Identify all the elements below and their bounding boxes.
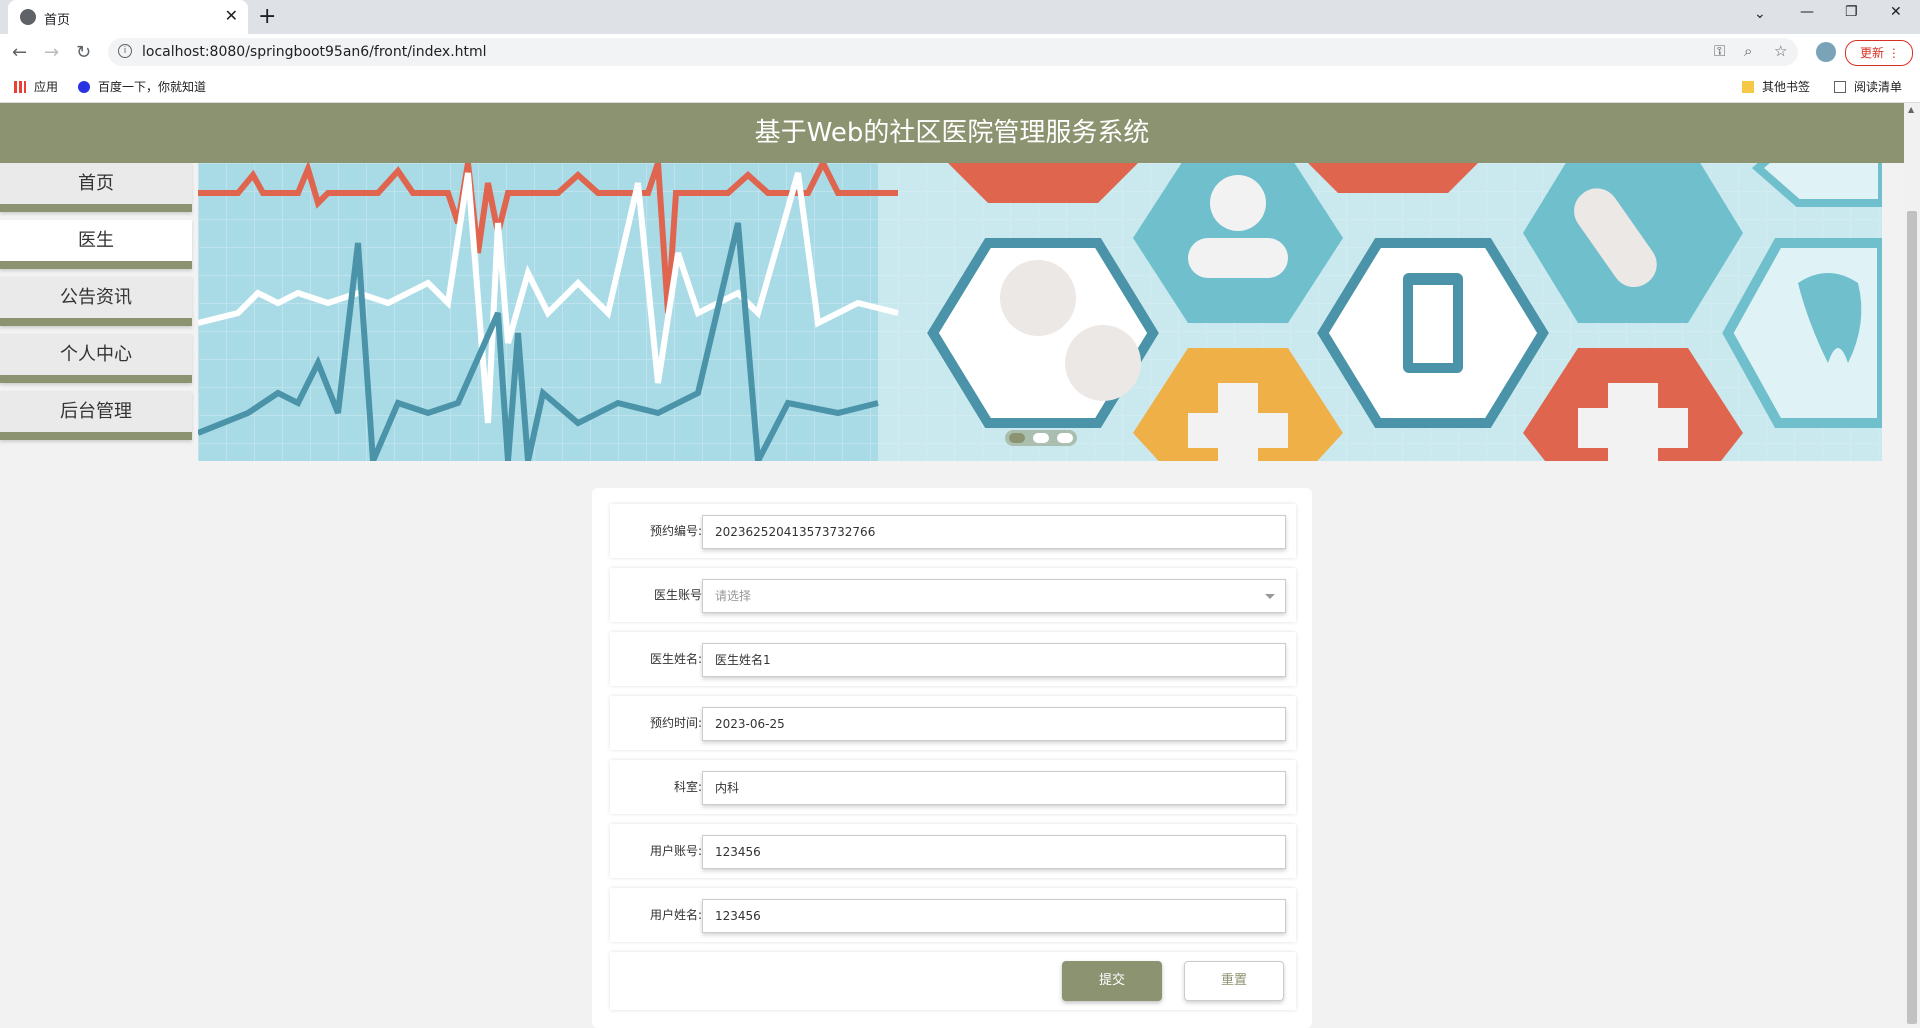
appointment-no-input[interactable]: 20236252041357373276​6 — [702, 515, 1286, 549]
carousel-dot-3[interactable] — [1057, 433, 1073, 443]
bookmark-reading-list[interactable]: 阅读清单 — [1834, 78, 1902, 95]
apps-grid-icon — [14, 81, 26, 93]
banner-carousel[interactable] — [198, 163, 1882, 461]
appointment-time-input[interactable]: 2023-06-25 — [702, 707, 1286, 741]
minimize-icon[interactable]: — — [1800, 4, 1814, 20]
scroll-up-icon[interactable]: ▲ — [1908, 105, 1914, 114]
department-input[interactable]: 内科 — [702, 771, 1286, 805]
address-bar-row: ← → ↻ i localhost:8080/springboot95an6/f… — [0, 34, 1920, 70]
restore-icon[interactable]: ❐ — [1845, 4, 1858, 20]
bookmark-apps-label: 应用 — [34, 80, 59, 94]
select-placeholder: 请选择 — [715, 589, 752, 603]
sidebar-nav: 首页 医生 公告资讯 个人中心 后台管理 — [0, 163, 192, 448]
forward-icon[interactable]: → — [44, 42, 59, 63]
page-scrollbar[interactable]: ▲ — [1904, 103, 1920, 1024]
form-row-doctor-account: 医生账号 请选择 — [610, 568, 1296, 622]
form-row-appointment-no: 预约编号: 20236252041357373276​6 — [610, 504, 1296, 558]
folder-icon — [1742, 81, 1754, 93]
field-label: 科室: — [673, 780, 702, 794]
sidebar-item-label: 首页 — [78, 173, 114, 194]
star-icon[interactable]: ☆ — [1774, 42, 1787, 60]
sidebar-item-label: 个人中心 — [60, 344, 132, 365]
doctor-name-input[interactable]: 医生姓名1 — [702, 643, 1286, 677]
carousel-dot-1[interactable] — [1009, 433, 1025, 443]
close-tab-icon[interactable]: ✕ — [225, 6, 238, 25]
close-window-icon[interactable]: ✕ — [1890, 4, 1902, 20]
key-icon[interactable]: ⚿ — [1714, 42, 1725, 60]
sidebar-item-admin[interactable]: 后台管理 — [0, 391, 192, 440]
omnibox[interactable]: i localhost:8080/springboot95an6/front/i… — [108, 38, 1798, 66]
form-row-appointment-time: 预约时间: 2023-06-25 — [610, 696, 1296, 750]
doctor-account-select[interactable]: 请选择 — [702, 579, 1286, 613]
carousel-dot-2[interactable] — [1033, 433, 1049, 443]
scroll-thumb[interactable] — [1907, 211, 1917, 1024]
submit-button[interactable]: 提交 — [1062, 961, 1162, 1001]
field-label: 医生账号 — [653, 588, 702, 602]
back-icon[interactable]: ← — [12, 42, 27, 63]
bookmark-baidu[interactable]: 百度一下，你就知道 — [78, 78, 206, 95]
user-account-input[interactable]: 123456 — [702, 835, 1286, 869]
reset-button[interactable]: 重置 — [1184, 961, 1284, 1001]
zoom-icon[interactable]: ⌕ — [1744, 42, 1752, 60]
sidebar-item-label: 医生 — [78, 230, 114, 251]
browser-tab[interactable]: 首页 ✕ — [8, 0, 248, 34]
form-row-department: 科室: 内科 — [610, 760, 1296, 814]
update-label: 更新 — [1860, 46, 1885, 60]
bookmarks-bar: 应用 百度一下，你就知道 其他书签 阅读清单 — [0, 70, 1920, 103]
page-title: 基于Web的社区医院管理服务系统 — [754, 118, 1150, 148]
field-label: 医生姓名: — [649, 652, 702, 666]
browser-tab-bar: 首页 ✕ + ⌄ — ❐ ✕ — [0, 0, 1920, 34]
sidebar-item-label: 后台管理 — [60, 401, 132, 422]
globe-icon — [20, 9, 36, 25]
bookmark-other[interactable]: 其他书签 — [1742, 78, 1810, 95]
info-icon[interactable]: i — [118, 44, 132, 58]
reading-list-icon — [1834, 81, 1846, 93]
appointment-form: 预约编号: 20236252041357373276​6 医生账号 请选择 医生… — [592, 488, 1312, 1028]
field-label: 预约时间: — [649, 716, 702, 730]
reload-icon[interactable]: ↻ — [76, 42, 91, 63]
carousel-indicators — [1005, 430, 1077, 446]
profile-avatar[interactable] — [1816, 42, 1836, 62]
form-actions: 提交 重置 — [610, 952, 1296, 1010]
bookmark-other-label: 其他书签 — [1762, 80, 1811, 94]
sidebar-item-label: 公告资讯 — [60, 287, 132, 308]
site-header: 基于Web的社区医院管理服务系统 — [0, 103, 1904, 163]
tab-search-icon[interactable]: ⌄ — [1754, 6, 1766, 22]
update-button[interactable]: 更新 ⋮ — [1845, 40, 1913, 66]
field-label: 用户账号: — [649, 844, 702, 858]
user-name-input[interactable]: 123456 — [702, 899, 1286, 933]
field-label: 预约编号: — [649, 524, 702, 538]
form-row-doctor-name: 医生姓名: 医生姓名1 — [610, 632, 1296, 686]
new-tab-icon[interactable]: + — [258, 4, 276, 29]
sidebar-item-personal-center[interactable]: 个人中心 — [0, 334, 192, 383]
medical-banner-image — [198, 163, 1882, 461]
bookmark-baidu-label: 百度一下，你就知道 — [98, 80, 207, 94]
sidebar-item-news[interactable]: 公告资讯 — [0, 277, 192, 326]
bookmark-apps[interactable]: 应用 — [14, 78, 58, 95]
field-label: 用户姓名: — [649, 908, 702, 922]
form-row-user-account: 用户账号: 123456 — [610, 824, 1296, 878]
tab-title: 首页 — [44, 13, 71, 28]
baidu-paw-icon — [78, 81, 90, 93]
form-row-user-name: 用户姓名: 123456 — [610, 888, 1296, 942]
sidebar-item-home[interactable]: 首页 — [0, 163, 192, 212]
chevron-down-icon — [1265, 594, 1275, 599]
url-text[interactable]: localhost:8080/springboot95an6/front/ind… — [142, 44, 487, 60]
bookmark-reading-label: 阅读清单 — [1854, 80, 1903, 94]
sidebar-item-doctor[interactable]: 医生 — [0, 220, 192, 269]
